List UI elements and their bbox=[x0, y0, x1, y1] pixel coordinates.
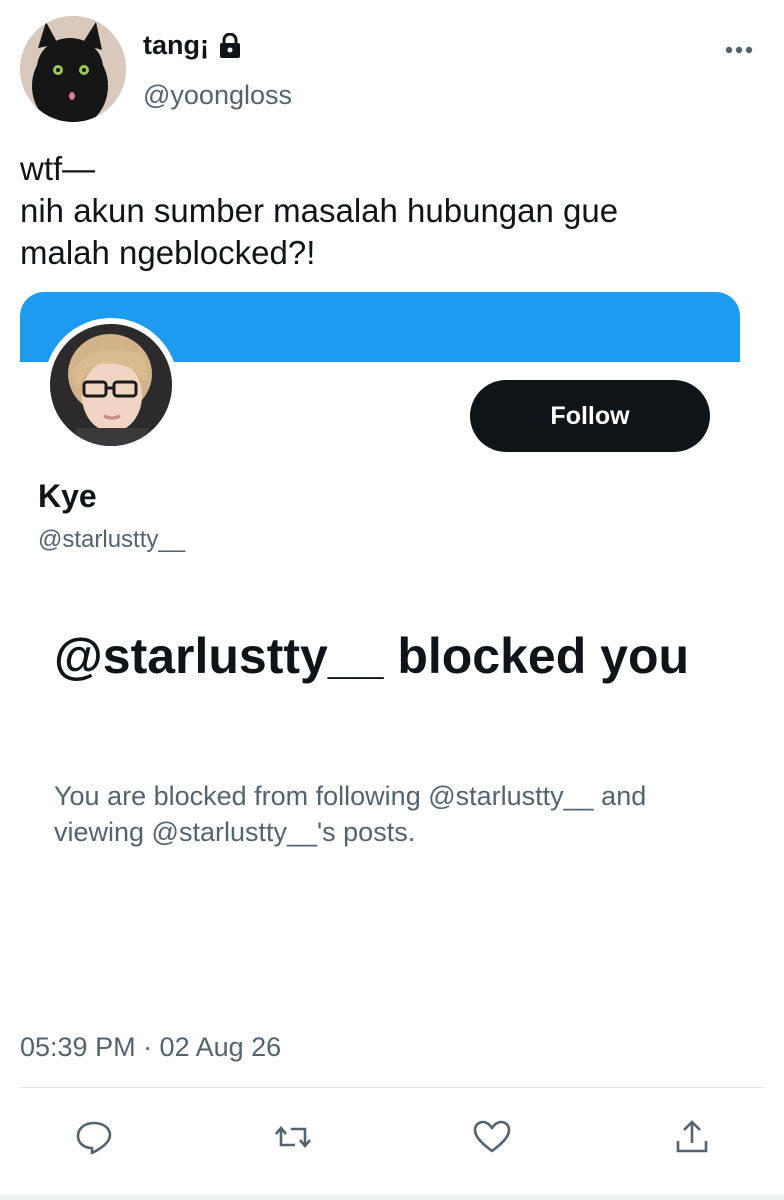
like-button[interactable] bbox=[470, 1115, 514, 1159]
share-button[interactable] bbox=[670, 1115, 714, 1159]
embedded-profile-handle: @starlustty__ bbox=[38, 526, 186, 553]
retweet-icon bbox=[275, 1125, 311, 1149]
author-avatar[interactable] bbox=[20, 16, 126, 122]
more-options-icon[interactable] bbox=[724, 40, 754, 60]
reply-icon bbox=[76, 1121, 112, 1155]
heart-icon bbox=[473, 1120, 511, 1153]
retweet-button[interactable] bbox=[271, 1115, 315, 1159]
author-handle[interactable]: @yoongloss bbox=[143, 80, 292, 111]
share-icon bbox=[676, 1120, 708, 1153]
tweet-timestamp[interactable]: 05:39 PM · 02 Aug 26 bbox=[20, 1032, 281, 1063]
tweet-text: wtf— nih akun sumber masalah hubungan gu… bbox=[20, 150, 619, 271]
blocked-title: @starlustty__ blocked you bbox=[54, 628, 690, 684]
blocked-description: You are blocked from following @starlust… bbox=[54, 781, 647, 847]
reply-button[interactable] bbox=[72, 1115, 116, 1159]
embedded-profile-screenshot[interactable]: Follow Kye @starlustty__ @starlustty__ b… bbox=[20, 292, 740, 882]
divider bbox=[20, 1087, 764, 1088]
embedded-profile-avatar bbox=[44, 318, 178, 452]
bottom-separator bbox=[0, 1194, 784, 1200]
author-name: tang¡ bbox=[143, 30, 209, 60]
author-name-row[interactable]: tang¡ bbox=[143, 30, 243, 61]
follow-button[interactable]: Follow bbox=[470, 380, 710, 452]
lock-icon bbox=[217, 32, 243, 59]
embedded-profile-name: Kye bbox=[38, 478, 97, 514]
